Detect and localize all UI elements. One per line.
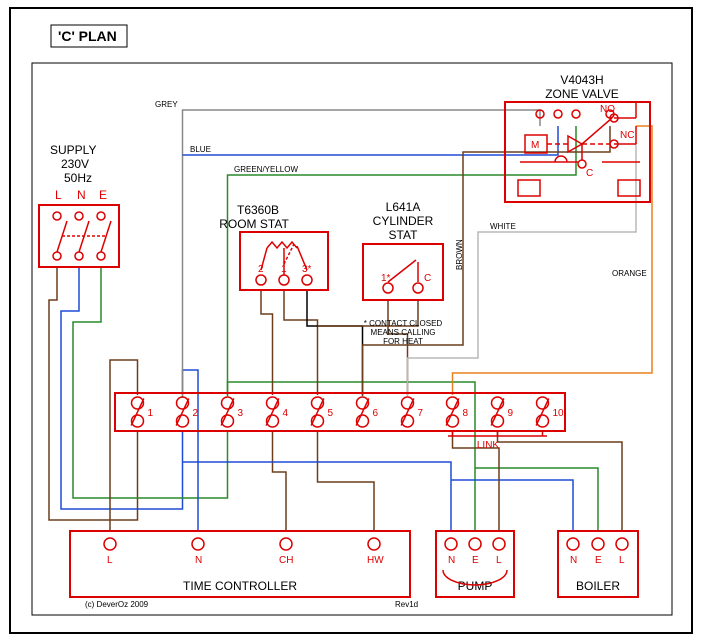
wire-label-grey: GREY bbox=[155, 100, 178, 109]
cylstat-note2: MEANS CALLING bbox=[371, 328, 436, 337]
svg-text:9: 9 bbox=[508, 408, 514, 419]
copyright: (c) DeverOz 2009 bbox=[85, 600, 149, 609]
wire-brown-rs2 bbox=[261, 291, 273, 395]
wire-label-orange: ORANGE bbox=[612, 269, 647, 278]
wire-label-greenyellow: GREEN/YELLOW bbox=[234, 165, 298, 174]
title-text: 'C' PLAN bbox=[58, 28, 117, 44]
wire-green-pumpE bbox=[228, 382, 476, 532]
svg-text:N: N bbox=[570, 555, 577, 566]
wire-brown-tcCH bbox=[273, 430, 287, 532]
zv-C: C bbox=[586, 168, 593, 179]
wiring-diagram: 'C' PLAN GREY BLUE GREEN/YELLOW BROWN WH… bbox=[0, 0, 702, 641]
cylstat-label1: CYLINDER bbox=[373, 214, 434, 228]
wire-blue-supply bbox=[61, 267, 183, 509]
svg-text:E: E bbox=[595, 555, 602, 566]
wire-label-white: WHITE bbox=[490, 222, 516, 231]
cylstat-model: L641A bbox=[386, 200, 421, 214]
svg-text:L: L bbox=[107, 555, 113, 566]
wire-brown-cs1 bbox=[388, 300, 408, 395]
boiler-label: BOILER bbox=[576, 579, 620, 593]
roomstat-t1: 1 bbox=[281, 264, 287, 275]
wire-label-brown: BROWN bbox=[455, 239, 464, 270]
roomstat-model: T6360B bbox=[237, 203, 279, 217]
zonevalve-model: V4043H bbox=[560, 73, 603, 87]
svg-text:10: 10 bbox=[553, 408, 565, 419]
wire-blue-tcN bbox=[183, 370, 199, 532]
cylstat-box bbox=[363, 244, 443, 300]
supply-N: N bbox=[77, 188, 86, 202]
rev: Rev1d bbox=[395, 600, 418, 609]
svg-text:6: 6 bbox=[373, 408, 379, 419]
supply-E: E bbox=[99, 188, 107, 202]
wire-brown-zv bbox=[363, 126, 611, 396]
wire-green-boilerE bbox=[475, 468, 598, 532]
timecontroller-label: TIME CONTROLLER bbox=[183, 579, 297, 593]
cylstat-note1: * CONTACT CLOSED bbox=[364, 319, 443, 328]
svg-text:2: 2 bbox=[193, 408, 199, 419]
svg-text:L: L bbox=[619, 555, 625, 566]
wire-grey-zv bbox=[183, 110, 541, 398]
roomstat-label: ROOM STAT bbox=[219, 217, 289, 231]
wire-orange-zv bbox=[453, 126, 653, 395]
supply-voltage: 230V bbox=[61, 157, 89, 171]
svg-text:N: N bbox=[195, 555, 202, 566]
wire-brown-tcHW bbox=[318, 430, 375, 532]
junction-terminals: 1 2 3 4 5 6 7 8 9 10 bbox=[131, 397, 564, 427]
zv-NO: NO bbox=[600, 104, 615, 115]
wire-blue-boilerN bbox=[451, 480, 573, 532]
svg-text:8: 8 bbox=[463, 408, 469, 419]
supply-label: SUPPLY bbox=[50, 143, 96, 157]
svg-text:L: L bbox=[496, 555, 502, 566]
wire-brown-tcL bbox=[110, 360, 138, 532]
roomstat-t2: 2 bbox=[258, 264, 264, 275]
supply-L: L bbox=[55, 188, 62, 202]
svg-text:3: 3 bbox=[238, 408, 244, 419]
wire-label-blue: BLUE bbox=[190, 145, 211, 154]
zv-M: M bbox=[531, 140, 539, 151]
wire-brown-rs1 bbox=[284, 291, 318, 395]
cylstat-t2: C bbox=[424, 273, 431, 284]
zv-NC: NC bbox=[620, 130, 634, 141]
wire-brown-boilerL bbox=[498, 430, 623, 532]
link-label: LINK bbox=[477, 440, 500, 451]
svg-text:4: 4 bbox=[283, 408, 289, 419]
wire-blue-zv bbox=[183, 126, 559, 155]
svg-text:1: 1 bbox=[148, 408, 154, 419]
roomstat-t3: 3* bbox=[302, 264, 312, 275]
pump-label: PUMP bbox=[458, 579, 493, 593]
cylstat-label2: STAT bbox=[389, 228, 419, 242]
supply-freq: 50Hz bbox=[64, 171, 92, 185]
svg-text:CH: CH bbox=[279, 555, 293, 566]
cylstat-t1: 1* bbox=[381, 273, 391, 284]
zonevalve-label: ZONE VALVE bbox=[545, 87, 619, 101]
cylstat-note3: FOR HEAT bbox=[383, 337, 423, 346]
tc-terms: L N CH HW bbox=[104, 538, 384, 566]
svg-text:HW: HW bbox=[367, 555, 384, 566]
wire-green-supply bbox=[73, 267, 228, 498]
supply-switch-icon bbox=[53, 212, 111, 260]
svg-text:E: E bbox=[472, 555, 479, 566]
svg-text:N: N bbox=[448, 555, 455, 566]
svg-text:7: 7 bbox=[418, 408, 424, 419]
svg-text:5: 5 bbox=[328, 408, 334, 419]
wire-black-rs3 bbox=[307, 291, 363, 395]
